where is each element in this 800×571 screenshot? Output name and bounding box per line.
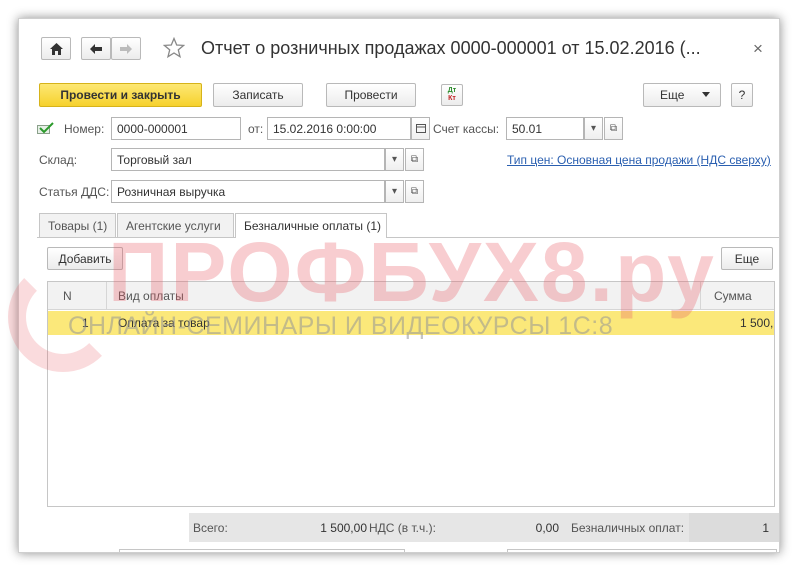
forward-button[interactable]	[111, 37, 141, 60]
total-label: Всего:	[193, 521, 228, 535]
add-button[interactable]: Добавить	[47, 247, 123, 270]
tab-strip-line	[37, 237, 779, 238]
column-header-amount[interactable]: Сумма	[714, 289, 752, 303]
back-button[interactable]	[81, 37, 111, 60]
post-button[interactable]: Провести	[326, 83, 416, 107]
calendar-icon	[415, 124, 426, 133]
payments-table: N Вид оплаты Сумма 1 Оплата за товар 1 5…	[47, 281, 775, 507]
save-button[interactable]: Записать	[213, 83, 303, 107]
cash-account-dropdown[interactable]: ▾	[584, 117, 603, 140]
totals-bar: Всего: 1 500,00 НДС (в т.ч.): 0,00 Безна…	[189, 513, 779, 542]
number-label: Номер:	[64, 122, 105, 136]
dropdown-arrow-icon: ▾	[391, 154, 398, 165]
vat-label: НДС (в т.ч.):	[369, 521, 436, 535]
dropdown-arrow-icon	[702, 92, 710, 97]
vat-value: 0,00	[535, 521, 559, 535]
tab-goods[interactable]: Товары (1)	[39, 213, 116, 237]
warehouse-field[interactable]: Торговый зал	[111, 148, 385, 171]
open-form-icon: ⧉	[410, 186, 419, 197]
table-row[interactable]: 1 Оплата за товар 1 500,	[48, 311, 774, 335]
cash-account-open-button[interactable]: ⧉	[604, 117, 623, 140]
warehouse-dropdown[interactable]: ▾	[385, 148, 404, 171]
table-more-button[interactable]: Еще	[721, 247, 773, 270]
home-icon	[49, 42, 63, 55]
column-header-n[interactable]: N	[63, 289, 72, 303]
help-button[interactable]: ?	[731, 83, 753, 107]
row-payment-type[interactable]: Оплата за товар	[118, 316, 210, 330]
cash-account-field[interactable]: 50.01	[506, 117, 584, 140]
column-divider	[700, 282, 701, 310]
more-menu-label: Еще	[660, 88, 685, 102]
column-divider	[106, 282, 107, 310]
date-field[interactable]: 15.02.2016 0:00:00	[267, 117, 411, 140]
dt-kt-icon-top: Дт	[447, 87, 457, 94]
cashless-total-label: Безналичных оплат:	[571, 521, 685, 535]
warehouse-label: Склад:	[39, 153, 78, 167]
comment-field-partial[interactable]	[119, 549, 405, 552]
column-header-payment-type[interactable]: Вид оплаты	[118, 289, 184, 303]
dds-dropdown[interactable]: ▾	[385, 180, 404, 203]
open-form-icon: ⧉	[410, 154, 419, 165]
price-type-link[interactable]: Тип цен: Основная цена продажи (НДС свер…	[507, 153, 771, 167]
calendar-button[interactable]	[411, 117, 430, 140]
warehouse-open-button[interactable]: ⧉	[405, 148, 424, 171]
dds-field[interactable]: Розничная выручка	[111, 180, 385, 203]
cashless-total-value: 1	[762, 521, 769, 535]
posted-check-icon	[37, 122, 54, 134]
dds-open-button[interactable]: ⧉	[405, 180, 424, 203]
row-amount[interactable]: 1 500,	[740, 316, 773, 330]
total-value: 1 500,00	[320, 521, 367, 535]
more-menu-button[interactable]: Еще	[643, 83, 721, 107]
responsible-field-partial[interactable]	[507, 549, 777, 552]
post-and-close-button[interactable]: Провести и закрыть	[39, 83, 202, 107]
cash-account-label: Счет кассы:	[433, 122, 500, 136]
arrow-left-icon	[90, 43, 102, 54]
dt-kt-icon-bottom: Кт	[448, 95, 456, 102]
dds-label: Статья ДДС:	[39, 185, 110, 199]
dropdown-arrow-icon: ▾	[391, 186, 398, 197]
arrow-right-icon	[120, 43, 132, 54]
document-window: Отчет о розничных продажах 0000-000001 о…	[18, 18, 780, 553]
close-icon[interactable]: ×	[753, 39, 763, 59]
number-field[interactable]: 0000-000001	[111, 117, 241, 140]
home-button[interactable]	[41, 37, 71, 60]
dropdown-arrow-icon: ▾	[590, 123, 597, 134]
table-header: N Вид оплаты Сумма	[48, 282, 774, 310]
tab-agent-services[interactable]: Агентские услуги	[117, 213, 234, 237]
tab-cashless-payments[interactable]: Безналичные оплаты (1)	[235, 213, 387, 238]
dt-kt-button[interactable]: Дт Кт	[441, 84, 463, 106]
open-form-icon: ⧉	[609, 123, 618, 134]
row-number: 1	[82, 316, 89, 330]
window-title: Отчет о розничных продажах 0000-000001 о…	[201, 38, 701, 58]
star-outline-icon[interactable]	[163, 37, 185, 59]
date-label: от:	[248, 122, 264, 136]
